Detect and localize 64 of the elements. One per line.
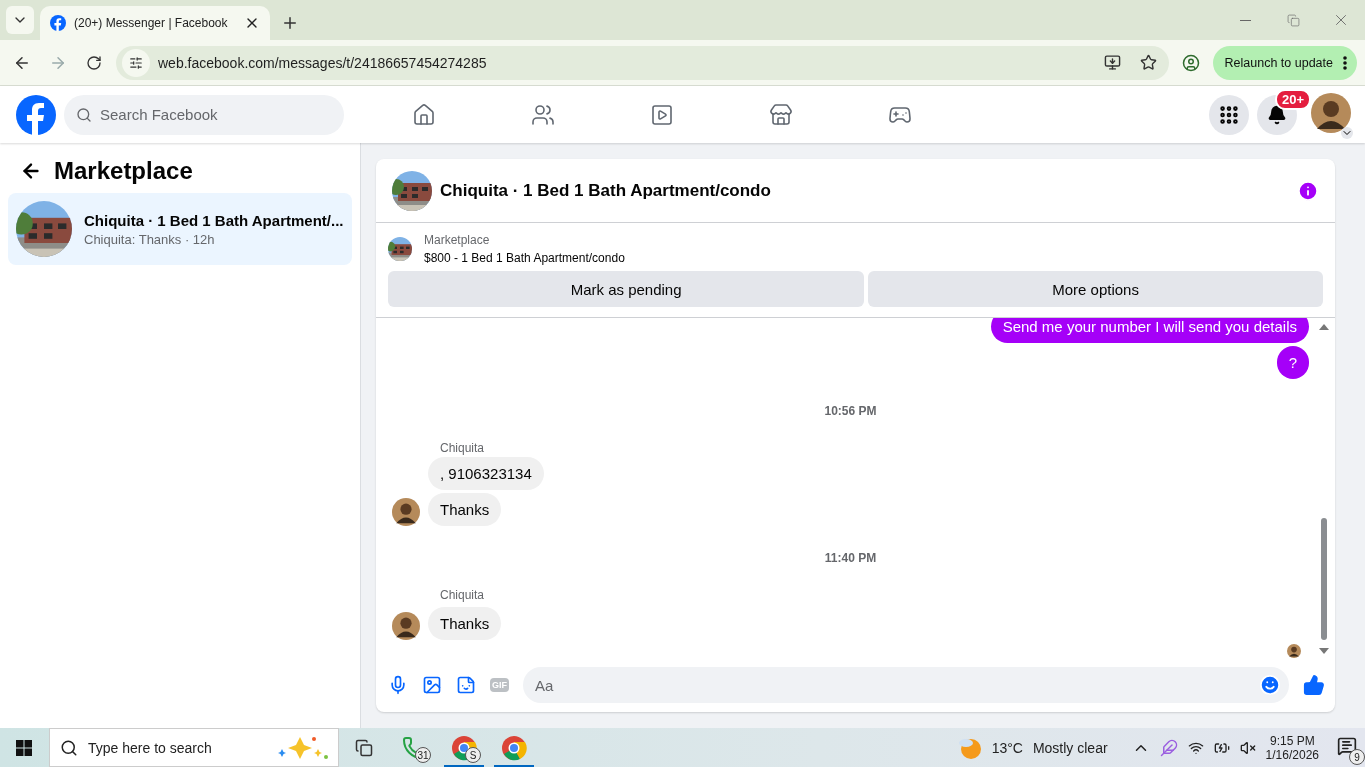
menu-button[interactable] — [1209, 94, 1249, 135]
action-button[interactable]: Mark as pending — [388, 271, 865, 307]
search-icon — [76, 106, 92, 123]
feather-icon[interactable] — [1159, 738, 1178, 757]
avatar — [392, 498, 420, 526]
message-bubble: ? — [1276, 346, 1309, 379]
timestamp: 11:40 PM — [823, 551, 878, 565]
task-view-icon — [355, 738, 373, 757]
sparkle-icon — [276, 734, 328, 761]
sidebar-title: Marketplace — [54, 157, 193, 185]
plus-icon — [281, 14, 299, 32]
like-icon[interactable] — [1303, 674, 1325, 696]
tab-search-button[interactable] — [6, 6, 34, 34]
taskbar-search-field[interactable]: Type here to search — [49, 728, 339, 767]
browser-tab[interactable]: (20+) Messenger | Facebook — [40, 6, 270, 40]
reload-icon — [86, 54, 102, 71]
message-field[interactable]: Aa — [523, 667, 1289, 703]
whatsapp-app[interactable]: 31 — [389, 728, 439, 767]
message-bubble: Thanks — [428, 607, 502, 640]
clock-time[interactable]: 9:15 PM — [1269, 733, 1315, 748]
sticker-icon[interactable] — [456, 675, 476, 695]
site-info-icon[interactable] — [122, 48, 150, 77]
windows-logo[interactable] — [16, 739, 32, 756]
conversation-preview: Chiquita: Thanks · 12h — [84, 231, 216, 247]
clock-date[interactable]: 1/16/2026 — [1265, 747, 1319, 762]
facebook-logo[interactable] — [50, 15, 66, 31]
relaunch-button[interactable]: Relaunch to update — [1212, 45, 1357, 80]
search-field[interactable]: Search Facebook — [64, 94, 344, 135]
microphone-icon[interactable] — [388, 675, 408, 695]
notification-badge: 20+ — [1274, 88, 1311, 110]
profile-avatar — [1311, 92, 1351, 133]
emoji-icon[interactable] — [1259, 674, 1281, 696]
search-icon — [60, 738, 78, 757]
muted-speaker-icon[interactable] — [1239, 739, 1256, 756]
message-bubble: Send me your number I will send you details — [990, 318, 1309, 343]
chat-title: Chiquita · 1 Bed 1 Bath Apartment/condo — [440, 180, 772, 201]
info-icon[interactable] — [1297, 179, 1319, 202]
chrome-app[interactable]: S — [439, 728, 489, 767]
restore-icon — [1286, 13, 1300, 27]
sender-name: Chiquita — [440, 441, 486, 455]
listing-label: Marketplace — [424, 233, 491, 247]
seen-avatar — [1287, 644, 1301, 658]
facebook-logo[interactable] — [16, 94, 56, 135]
action-button[interactable]: More options — [868, 271, 1323, 307]
grid-icon — [1218, 103, 1240, 126]
more-icon — [1343, 55, 1347, 70]
chrome-icon — [501, 734, 527, 761]
address-bar[interactable]: web.facebook.com/messages/t/24186657454274285 — [116, 45, 1169, 80]
timestamp: 10:56 PM — [823, 404, 878, 418]
app-badge: 31 — [415, 747, 431, 763]
message-bubble: Thanks — [428, 493, 502, 526]
temperature: 13°C — [991, 739, 1023, 756]
weather-description: Mostly clear — [1032, 739, 1108, 756]
message-bubble: , 9106323134 — [428, 457, 544, 490]
bell-icon — [1267, 104, 1287, 125]
conversation-title: Chiquita · 1 Bed 1 Bath Apartment/... — [84, 211, 344, 229]
sender-name: Chiquita — [440, 588, 486, 602]
conversation-item[interactable]: Chiquita · 1 Bed 1 Bath Apartment/... Chiquita: Thanks · 12h — [8, 193, 352, 265]
photo-icon[interactable] — [422, 675, 442, 695]
minimize-icon — [1239, 19, 1251, 21]
app-badge: S — [465, 747, 481, 763]
notification-count: 9 — [1349, 749, 1365, 765]
listing-price: $800 - 1 Bed 1 Bath Apartment/condo — [424, 251, 625, 265]
avatar — [392, 612, 420, 640]
